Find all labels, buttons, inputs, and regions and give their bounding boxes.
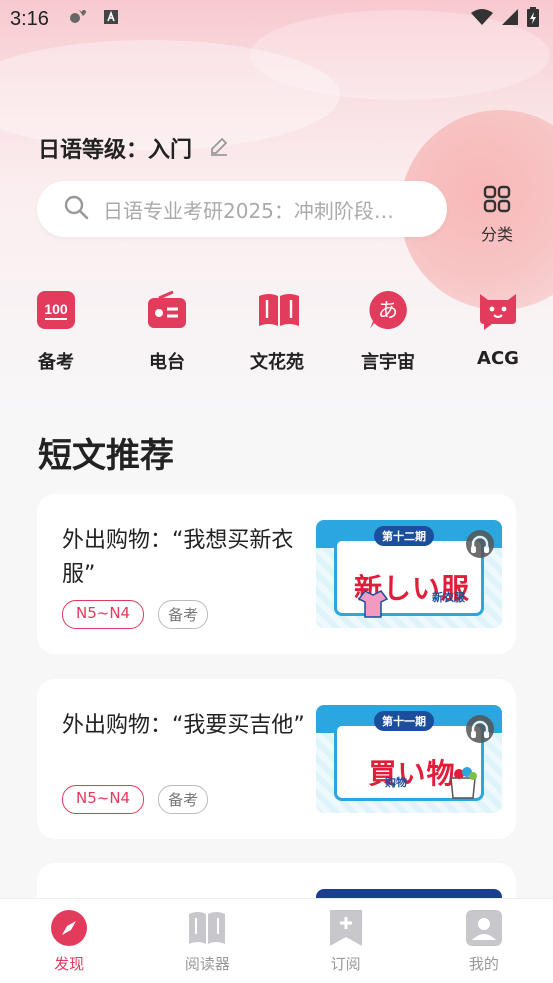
article-thumbnail: 買い物 购物 第十一期 [316,705,502,813]
status-time: 3:16 [10,7,49,30]
quick-link-label: 备考 [38,352,74,373]
quick-link-label: 文花苑 [250,352,304,373]
article-title: 外出购物：“我想买新衣服” [62,528,294,587]
quick-link-label: 言宇宙 [361,352,415,373]
nav-label: 阅读器 [184,955,230,973]
notification-app-icon [67,7,89,31]
nav-label: 订阅 [330,955,361,973]
headphones-icon [466,715,494,743]
hiragana-a-icon: あ [368,290,408,330]
section-title: 短文推荐 [38,436,174,476]
search-placeholder: 日语专业考研2025：冲刺阶段… [103,198,394,223]
edit-pencil-icon[interactable] [208,135,230,161]
japanese-level-row[interactable]: 日语等级：入门 [38,132,230,164]
book-icon [257,290,299,330]
thumbnail-panel: 新しい服 新衣服 [334,538,484,618]
signal-icon [501,8,519,30]
nav-discover[interactable]: 发现 [0,899,138,983]
article-card[interactable]: 外出购物：“我要买吉他” N5~N4 备考 買い物 购物 第十一期 [37,679,516,839]
battery-charging-icon [527,7,539,31]
search-icon [63,194,89,224]
nav-label: 我的 [468,955,499,973]
grid-icon [483,185,511,217]
headphones-icon [466,530,494,558]
quick-link-radio[interactable]: 电台 [122,290,212,374]
level-tag: N5~N4 [62,785,145,814]
exam-100-icon-text: 100 [44,301,68,317]
shopping-bag-icon [450,767,477,799]
status-bar: 3:16 [0,0,553,38]
nav-label: 发现 [54,955,85,973]
reader-book-icon [188,909,226,947]
thumbnail-subtitle: 新衣服 [432,591,465,604]
thumbnail-panel: 買い物 购物 [334,723,484,801]
quick-link-acg[interactable]: ACG [453,290,543,369]
quick-link-universe[interactable]: あ 言宇宙 [343,290,433,374]
nav-subscribe[interactable]: 订阅 [277,899,415,983]
radio-icon [147,290,187,330]
cat-icon [478,290,518,330]
thumbnail-issue-badge: 第十一期 [374,711,434,731]
category-button[interactable]: 分类 [472,185,522,245]
article-tags: N5~N4 备考 [62,785,209,814]
quick-link-literature[interactable]: 文花苑 [232,290,322,374]
article-card[interactable]: 外出购物：“我想买新衣服” N5~N4 备考 新しい服 新衣服 第十二期 [37,494,516,654]
subscribe-bookmark-icon [327,909,365,947]
search-input[interactable]: 日语专业考研2025：冲刺阶段… [37,181,447,237]
article-title: 外出购物：“我要买吉他” [62,713,305,738]
thumbnail-subtitle: 购物 [385,776,407,789]
thumbnail-issue-badge: 第十二期 [374,526,434,546]
quick-link-label: ACG [477,348,519,369]
article-thumbnail: 新しい服 新衣服 第十二期 [316,520,502,628]
japanese-level-text: 日语等级：入门 [38,138,193,163]
profile-icon [465,909,503,947]
nav-reader[interactable]: 阅读器 [138,899,276,983]
quick-link-label: 电台 [149,352,185,373]
compass-icon [50,909,88,947]
exam-100-icon: 100 [36,290,76,330]
keyboard-notification-icon [103,9,119,29]
type-tag: 备考 [158,785,209,814]
quick-link-exam[interactable]: 100 备考 [11,290,101,374]
type-tag: 备考 [158,600,209,629]
level-tag: N5~N4 [62,600,145,629]
article-tags: N5~N4 备考 [62,600,209,629]
wifi-icon [471,8,493,30]
hiragana-a-icon-text: あ [378,298,398,322]
category-label: 分类 [480,225,513,244]
shirt-icon [357,590,389,618]
bottom-navigation: 发现 阅读器 订阅 我的 [0,898,553,983]
nav-profile[interactable]: 我的 [415,899,553,983]
